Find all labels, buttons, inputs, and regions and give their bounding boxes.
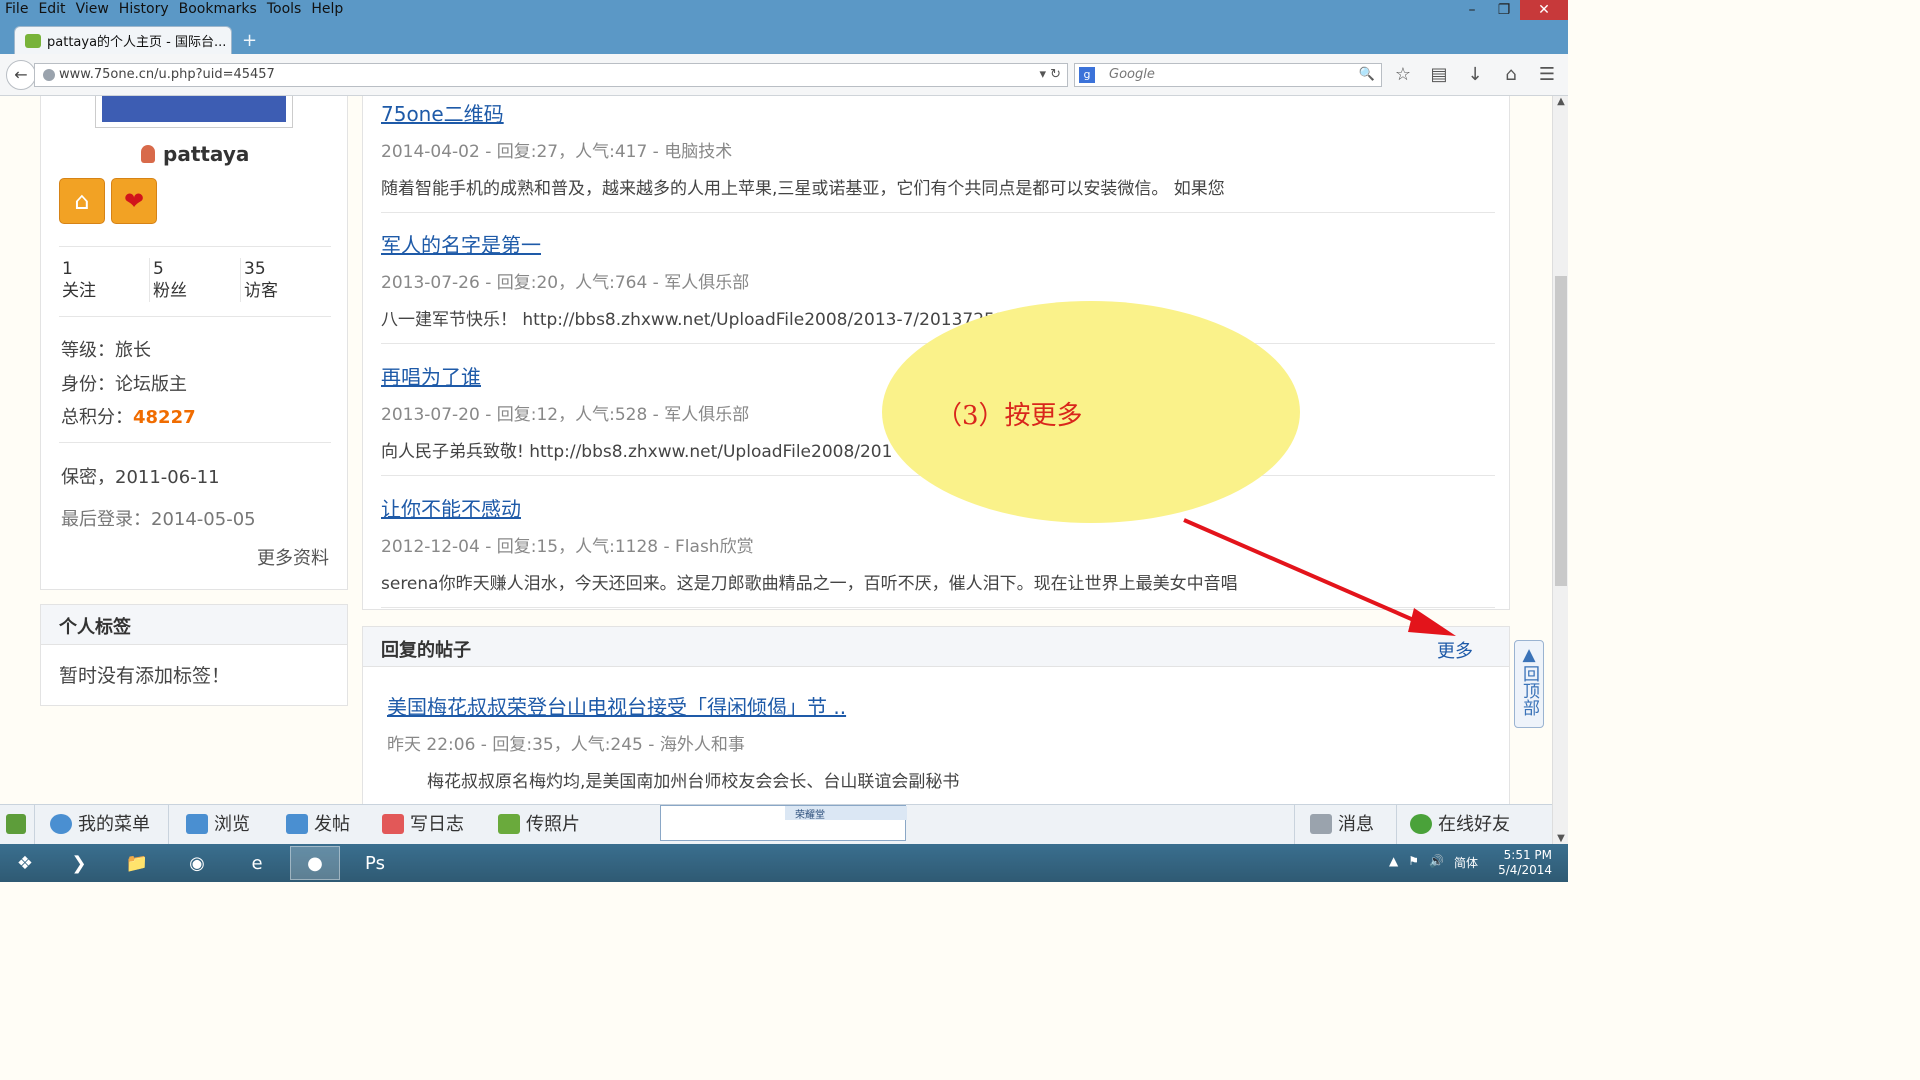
scrollbar-thumb[interactable] [1555, 276, 1567, 586]
minimize-button[interactable]: – [1456, 0, 1488, 20]
menu-bar: File Edit View History Bookmarks Tools H… [0, 0, 348, 20]
internet-explorer-icon[interactable]: e [232, 846, 282, 880]
messages-label: 消息 [1338, 814, 1374, 835]
clock-date: 5/4/2014 [1498, 863, 1552, 877]
ime-label: 荣耀堂 [795, 810, 825, 821]
scroll-up-icon[interactable]: ▲ [1553, 96, 1569, 107]
window-controls: – ❐ ✕ [1456, 0, 1568, 20]
my-menu-label: 我的菜单 [78, 814, 150, 835]
scroll-down-icon[interactable]: ▼ [1553, 833, 1569, 844]
ime-input-box[interactable]: 荣耀堂 [660, 805, 907, 841]
browse-button[interactable]: 浏览 [186, 811, 250, 839]
my-menu-button[interactable]: 我的菜单 [50, 811, 150, 839]
hamburger-menu-icon[interactable]: ☰ [1536, 64, 1558, 85]
post-button[interactable]: 发帖 [286, 811, 350, 839]
maximize-button[interactable]: ❐ [1488, 0, 1520, 20]
toolbar-icons: ☆ ▤ ↓ ⌂ ☰ [1392, 64, 1558, 85]
navigation-bar: ← www.75one.cn/u.php?uid=45457 ▾ ↻ g Goo… [0, 54, 1568, 96]
friend-icon [1410, 814, 1432, 834]
flag-icon[interactable]: ⚑ [1408, 854, 1419, 871]
clock[interactable]: 5:51 PM 5/4/2014 [1498, 848, 1552, 878]
menu-history[interactable]: History [114, 0, 174, 20]
mail-icon [1310, 814, 1332, 834]
menu-view[interactable]: View [71, 0, 114, 20]
file-explorer-icon[interactable]: 📁 [112, 846, 162, 880]
browse-icon [186, 814, 208, 834]
globe-icon [43, 69, 55, 81]
google-icon[interactable]: g [1079, 67, 1095, 83]
photo-icon [498, 814, 520, 834]
menu-icon [50, 814, 72, 834]
menu-tools[interactable]: Tools [262, 0, 307, 20]
download-icon[interactable]: ↓ [1464, 64, 1486, 85]
download-icon[interactable] [6, 811, 32, 839]
back-button[interactable]: ← [6, 60, 36, 90]
tab-active[interactable]: pattaya的个人主页 - 国际台... [14, 26, 232, 54]
post-icon [286, 814, 308, 834]
write-diary-button[interactable]: 写日志 [382, 811, 464, 839]
annotation-arrow [1183, 518, 1456, 636]
system-tray: ▲ ⚑ 🔊 简体 [1389, 854, 1478, 871]
tray-up-icon[interactable]: ▲ [1389, 854, 1398, 871]
vertical-scrollbar[interactable]: ▲ ▼ [1552, 96, 1568, 844]
upload-photo-button[interactable]: 传照片 [498, 811, 580, 839]
ime-header: 荣耀堂 [785, 806, 907, 821]
upload-photo-label: 传照片 [526, 814, 580, 835]
divider [1294, 805, 1295, 845]
volume-icon[interactable]: 🔊 [1429, 854, 1444, 871]
photoshop-icon[interactable]: Ps [350, 846, 400, 880]
divider [1396, 805, 1397, 845]
search-icon[interactable]: 🔍 [1359, 64, 1375, 86]
powershell-icon[interactable]: ❯ [54, 846, 104, 880]
diary-icon [382, 814, 404, 834]
browse-label: 浏览 [214, 814, 250, 835]
site-favicon-icon [25, 33, 41, 48]
divider [168, 805, 169, 845]
post-label: 发帖 [314, 814, 350, 835]
arrow-line [1183, 518, 1433, 630]
windows-taskbar: ❖ ❯ 📁 ◉ e ● Ps ▲ ⚑ 🔊 简体 5:51 PM 5/4/2014 [0, 844, 1568, 882]
arrow-head [1408, 608, 1456, 636]
menu-bookmarks[interactable]: Bookmarks [174, 0, 262, 20]
close-button[interactable]: ✕ [1520, 0, 1568, 20]
search-bar[interactable]: g Google 🔍 [1074, 63, 1382, 87]
chrome-icon[interactable]: ◉ [172, 846, 222, 880]
divider [34, 805, 35, 845]
firefox-icon[interactable]: ● [290, 846, 340, 880]
url-text: www.75one.cn/u.php?uid=45457 [59, 67, 275, 82]
clock-time: 5:51 PM [1503, 848, 1552, 862]
messages-button[interactable]: 消息 [1310, 811, 1374, 839]
menu-edit[interactable]: Edit [33, 0, 70, 20]
write-diary-label: 写日志 [410, 814, 464, 835]
online-friends-button[interactable]: 在线好友 [1410, 811, 1510, 839]
bookmark-star-icon[interactable]: ☆ [1392, 64, 1414, 85]
search-placeholder: Google [1109, 67, 1155, 82]
reload-icon[interactable]: ▾ ↻ [1039, 64, 1061, 86]
tab-title: pattaya的个人主页 - 国际台... [47, 35, 227, 50]
browser-titlebar: File Edit View History Bookmarks Tools H… [0, 0, 1568, 54]
ime-lang[interactable]: 简体 [1454, 854, 1478, 871]
page-content: pattaya ⌂ ❤ 1 关注 5 粉丝 35 访客 等级：旅长 身份：论坛版主 总… [0, 96, 1552, 804]
url-bar[interactable]: www.75one.cn/u.php?uid=45457 ▾ ↻ [34, 63, 1068, 87]
download-arrow-icon [6, 814, 26, 834]
home-icon[interactable]: ⌂ [1500, 64, 1522, 85]
windows-start-icon[interactable]: ❖ [0, 846, 50, 880]
new-tab-button[interactable]: + [242, 30, 257, 51]
online-friends-label: 在线好友 [1438, 814, 1510, 835]
menu-file[interactable]: File [0, 0, 33, 20]
site-bottom-bar: 我的菜单 浏览 发帖 写日志 传照片 荣耀堂 消息 在线好友 [0, 804, 1552, 845]
bookmarks-list-icon[interactable]: ▤ [1428, 64, 1450, 85]
menu-help[interactable]: Help [306, 0, 348, 20]
